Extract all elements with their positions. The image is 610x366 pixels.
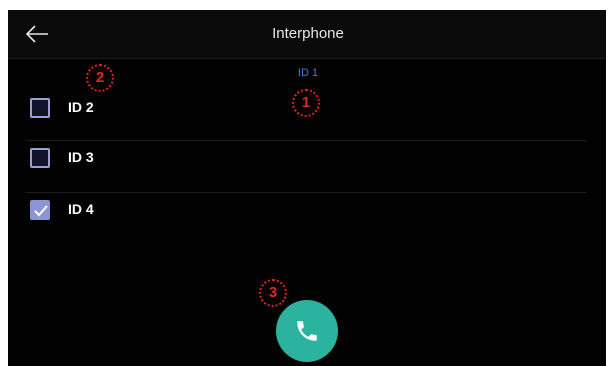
checkmark-icon	[34, 205, 48, 217]
checkbox-id3[interactable]	[30, 148, 50, 168]
page-title: Interphone	[272, 25, 344, 42]
checkbox-id2[interactable]	[30, 98, 50, 118]
contact-label: ID 2	[68, 99, 94, 115]
callout-marker-3: 3	[259, 279, 287, 307]
contact-label: ID 4	[68, 201, 94, 217]
checkbox-id4[interactable]	[30, 200, 50, 220]
contact-label: ID 3	[68, 149, 94, 165]
callout-marker-2: 2	[86, 64, 114, 92]
contact-row-id4[interactable]: ID 4	[26, 186, 586, 236]
callout-marker-1: 1	[292, 89, 320, 117]
phone-icon	[297, 321, 317, 341]
call-button[interactable]	[276, 300, 338, 362]
contact-row-id3[interactable]: ID 3	[26, 134, 586, 184]
image-border	[606, 0, 610, 366]
header-bar: Interphone	[8, 10, 608, 58]
header-divider	[8, 58, 608, 59]
